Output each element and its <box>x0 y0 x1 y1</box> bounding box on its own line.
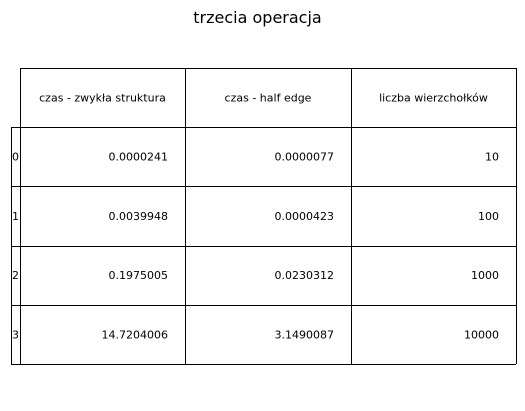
table-cell: 1000 <box>471 269 499 282</box>
table-figure: trzecia operacja czas - zwykła struktura… <box>0 0 525 411</box>
column-header: czas - zwykła struktura <box>39 92 166 105</box>
table-cell: 0.0000241 <box>109 151 169 164</box>
table-cell: 3.1490087 <box>275 328 335 341</box>
table-cell: 0.0000077 <box>275 151 335 164</box>
data-table: czas - zwykła struktura czas - half edge l… <box>11 68 517 365</box>
table-cell: 0.0000423 <box>275 210 335 223</box>
table-cell: 14.7204006 <box>102 328 168 341</box>
table-cell: 0.0039948 <box>109 210 169 223</box>
row-label: 2 <box>12 269 19 282</box>
row-label: 1 <box>12 210 19 223</box>
column-header: czas - half edge <box>225 92 312 105</box>
row-label: 3 <box>12 328 19 341</box>
table-cell: 100 <box>478 210 499 223</box>
row-label: 0 <box>12 151 19 164</box>
table-cell: 0.1975005 <box>109 269 169 282</box>
table-cell: 10 <box>485 151 499 164</box>
column-header: liczba wierzchołków <box>379 92 488 105</box>
table-cell: 10000 <box>464 328 499 341</box>
table-cell: 0.0230312 <box>275 269 335 282</box>
